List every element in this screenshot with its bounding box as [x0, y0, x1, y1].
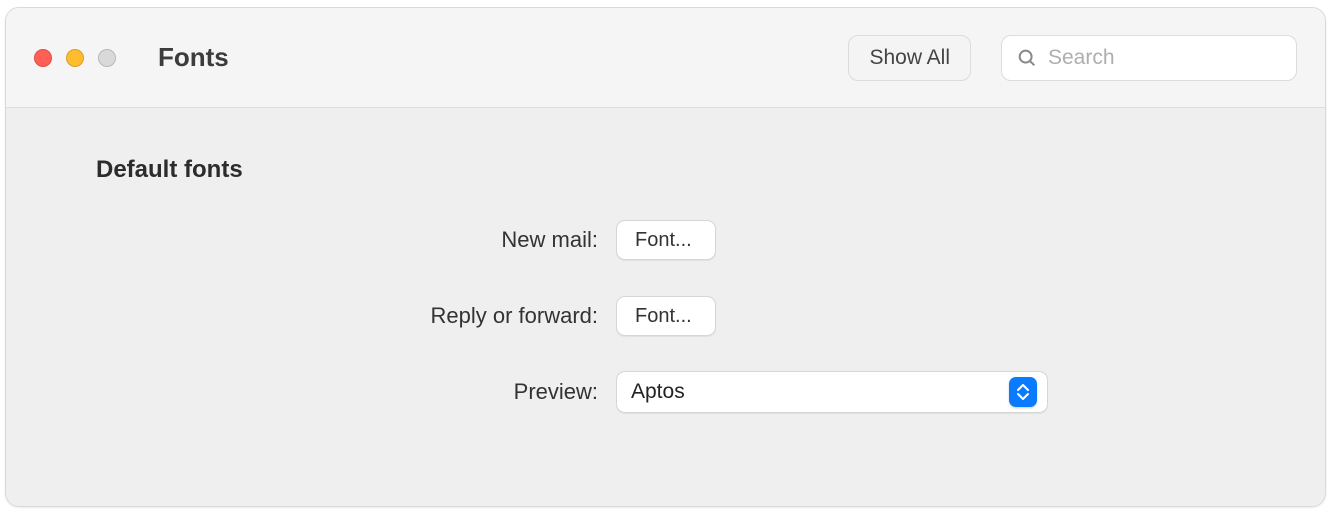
content-area: Default fonts New mail: Font... Reply or…: [6, 108, 1325, 506]
reply-forward-font-button[interactable]: Font...: [616, 296, 716, 336]
new-mail-font-button-label: Font...: [635, 229, 692, 252]
reply-forward-font-button-label: Font...: [635, 305, 692, 328]
search-icon: [1016, 47, 1038, 69]
window-title: Fonts: [158, 42, 229, 73]
chevron-up-icon: [1017, 384, 1029, 392]
show-all-label: Show All: [869, 46, 950, 70]
row-new-mail: New mail: Font...: [96, 218, 1235, 262]
label-new-mail: New mail:: [96, 227, 616, 253]
label-preview: Preview:: [96, 379, 616, 405]
search-field-container[interactable]: [1001, 35, 1297, 81]
minimize-button[interactable]: [66, 49, 84, 67]
row-preview: Preview: Aptos: [96, 370, 1235, 414]
form-rows: New mail: Font... Reply or forward: Font…: [96, 218, 1235, 414]
zoom-button[interactable]: [98, 49, 116, 67]
preferences-window: Fonts Show All Default fonts New mail: F…: [5, 7, 1326, 507]
row-reply-forward: Reply or forward: Font...: [96, 294, 1235, 338]
show-all-button[interactable]: Show All: [848, 35, 971, 81]
search-input[interactable]: [1048, 36, 1319, 80]
preview-font-select[interactable]: Aptos: [616, 371, 1048, 413]
new-mail-font-button[interactable]: Font...: [616, 220, 716, 260]
select-stepper-icon: [1009, 377, 1037, 407]
traffic-lights: [34, 49, 116, 67]
chevron-down-icon: [1017, 392, 1029, 400]
section-title: Default fonts: [96, 156, 1235, 184]
close-button[interactable]: [34, 49, 52, 67]
titlebar: Fonts Show All: [6, 8, 1325, 108]
preview-font-value: Aptos: [631, 380, 1009, 404]
label-reply-forward: Reply or forward:: [96, 303, 616, 329]
